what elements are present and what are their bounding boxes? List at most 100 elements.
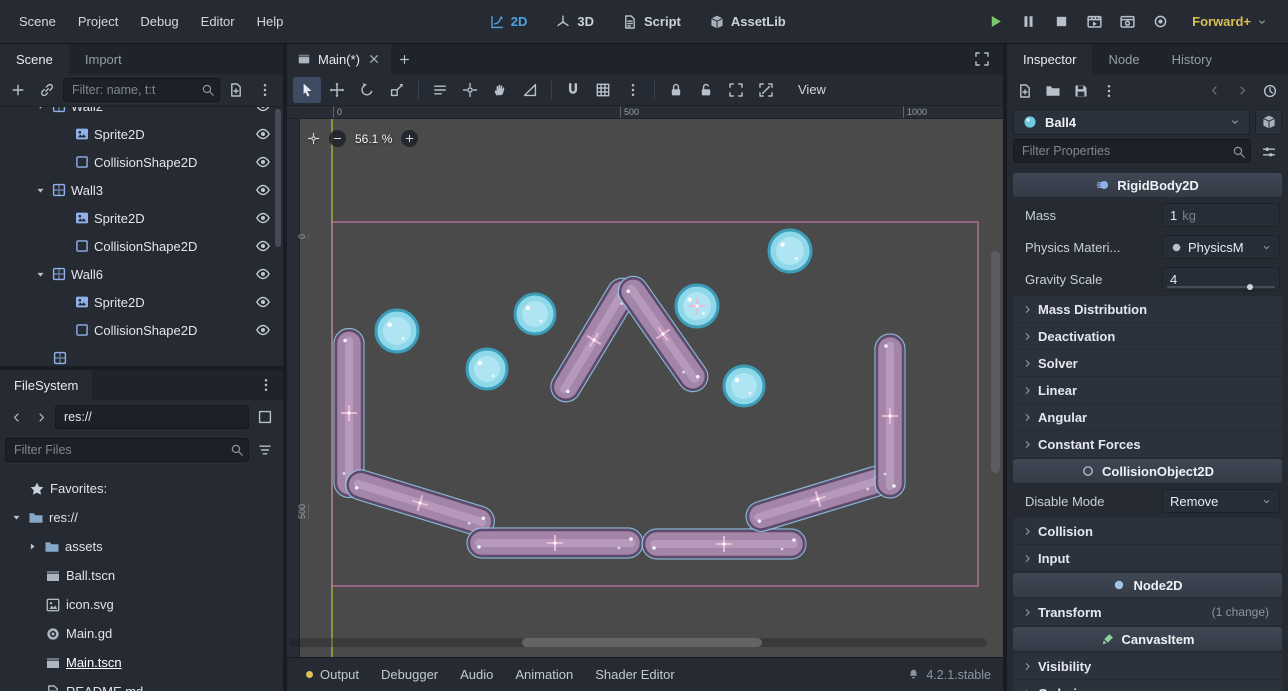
tab-import[interactable]: Import (69, 44, 138, 74)
property-mass-field[interactable]: 1kg (1162, 203, 1280, 227)
tab-scene[interactable]: Scene (0, 44, 69, 74)
ball[interactable] (467, 349, 507, 389)
visibility-toggle-icon[interactable] (255, 294, 271, 310)
expand-arrow-icon[interactable] (26, 540, 39, 553)
history-back-button[interactable] (1201, 78, 1227, 104)
scene-node-row[interactable]: Sprite2D (0, 120, 283, 148)
property-tools-button[interactable] (1256, 139, 1282, 165)
bottom-panel-shader-editor[interactable]: Shader Editor (584, 658, 686, 691)
tab-history[interactable]: History (1156, 44, 1228, 74)
pause-button[interactable] (1013, 7, 1044, 37)
fs-filter-input[interactable] (5, 438, 249, 462)
group-linear[interactable]: Linear (1013, 377, 1282, 403)
visibility-toggle-icon[interactable] (255, 322, 271, 338)
smart-snap-tool-button[interactable] (559, 77, 587, 103)
play-scene-button[interactable] (1079, 7, 1110, 37)
property-disable-mode-field[interactable]: Remove (1162, 489, 1280, 513)
wall-bar[interactable] (342, 466, 498, 540)
fs-sort-button[interactable] (252, 437, 278, 463)
mode-assetlib[interactable]: AssetLib (697, 7, 798, 37)
renderer-select[interactable]: Forward+ (1184, 14, 1276, 29)
file-row[interactable]: Main.gd (0, 619, 283, 648)
movie-maker-button[interactable] (1145, 7, 1176, 37)
bottom-panel-debugger[interactable]: Debugger (370, 658, 449, 691)
wall-bar[interactable] (875, 334, 905, 498)
grid-snap-tool-button[interactable] (589, 77, 617, 103)
group-mass-distribution[interactable]: Mass Distribution (1013, 296, 1282, 322)
mode-script[interactable]: Script (610, 7, 693, 37)
extra-resource-options-button[interactable] (1255, 109, 1282, 135)
load-resource-button[interactable] (1040, 78, 1066, 104)
new-resource-button[interactable] (1012, 78, 1038, 104)
wall-bar[interactable] (642, 529, 806, 559)
fs-split-mode-button[interactable] (252, 404, 278, 430)
visibility-toggle-icon[interactable] (255, 126, 271, 142)
history-forward-button[interactable] (1229, 78, 1255, 104)
horizontal-scrollbar[interactable] (289, 638, 987, 647)
scene-node-row[interactable]: Sprite2D (0, 204, 283, 232)
tab-node[interactable]: Node (1092, 44, 1155, 74)
collapse-arrow-icon[interactable] (34, 268, 47, 281)
edit-history-button[interactable] (1257, 78, 1283, 104)
instance-scene-button[interactable] (34, 77, 60, 103)
bottom-panel-output[interactable]: Output (295, 658, 370, 691)
group-constant-forces[interactable]: Constant Forces (1013, 431, 1282, 457)
fs-forward-button[interactable] (30, 405, 52, 429)
category-node2d[interactable]: Node2D (1013, 573, 1282, 597)
scene-node-row[interactable]: CollisionShape2D (0, 148, 283, 176)
collapse-arrow-icon[interactable] (34, 107, 47, 113)
add-node-button[interactable] (5, 77, 31, 103)
rotate-tool-button[interactable] (353, 77, 381, 103)
property-filter-input[interactable] (1013, 139, 1251, 163)
value-slider[interactable] (1167, 286, 1275, 288)
scene-tree-scrollbar[interactable] (275, 109, 281, 247)
file-row[interactable]: icon.svg (0, 590, 283, 619)
edit-pivot-tool-button[interactable] (456, 77, 484, 103)
fs-back-button[interactable] (5, 405, 27, 429)
wall-bar[interactable] (467, 528, 643, 558)
scene-node-row[interactable]: Sprite2D (0, 288, 283, 316)
group-angular[interactable]: Angular (1013, 404, 1282, 430)
scene-menu-button[interactable] (252, 77, 278, 103)
play-button[interactable] (980, 7, 1011, 37)
snap-options-tool-button[interactable] (619, 77, 647, 103)
visibility-toggle-icon[interactable] (255, 238, 271, 254)
scene-node-row[interactable]: CollisionShape2D (0, 232, 283, 260)
center-view-icon[interactable] (307, 132, 320, 145)
unlock-tool-button[interactable] (692, 77, 720, 103)
menu-debug[interactable]: Debug (129, 0, 189, 43)
scene-node-row[interactable]: Wall3 (0, 176, 283, 204)
category-collisionobject2d[interactable]: CollisionObject2D (1013, 459, 1282, 483)
category-rigidbody2d[interactable]: RigidBody2D (1013, 173, 1282, 197)
scene-node-row[interactable]: Wall6 (0, 260, 283, 288)
collapse-arrow-icon[interactable] (34, 184, 47, 197)
file-row[interactable]: assets (0, 532, 283, 561)
property-gravity-scale-field[interactable]: 4 (1162, 267, 1280, 291)
menu-editor[interactable]: Editor (190, 0, 246, 43)
select-tool-button[interactable] (293, 77, 321, 103)
scene-node-row[interactable]: CollisionShape2D (0, 316, 283, 344)
ball[interactable] (769, 230, 811, 272)
lock-tool-button[interactable] (662, 77, 690, 103)
visibility-toggle-icon[interactable] (255, 182, 271, 198)
ball[interactable] (724, 366, 764, 406)
group-tool-button[interactable] (722, 77, 750, 103)
menu-scene[interactable]: Scene (8, 0, 67, 43)
notification-bell-icon[interactable] (907, 668, 920, 681)
tab-inspector[interactable]: Inspector (1007, 44, 1092, 74)
visibility-toggle-icon[interactable] (255, 266, 271, 282)
node-selector[interactable]: Ball4 (1013, 109, 1250, 135)
zoom-out-button[interactable] (329, 130, 346, 147)
group-transform[interactable]: Transform(1 change) (1013, 599, 1282, 625)
ball[interactable] (676, 285, 718, 327)
filesystem-tab[interactable]: FileSystem (0, 370, 92, 400)
scene-filter-input[interactable] (63, 78, 220, 102)
viewport-canvas[interactable]: 05001000 0500 56.1 % (287, 106, 1003, 657)
file-row[interactable]: Favorites: (0, 474, 283, 503)
slider-grabber[interactable] (1247, 284, 1253, 290)
group-input[interactable]: Input (1013, 545, 1282, 571)
mode-2d[interactable]: 2D (477, 7, 540, 37)
view-menu-button[interactable]: View (788, 77, 836, 103)
file-row[interactable]: README.md (0, 677, 283, 691)
visibility-toggle-icon[interactable] (255, 210, 271, 226)
